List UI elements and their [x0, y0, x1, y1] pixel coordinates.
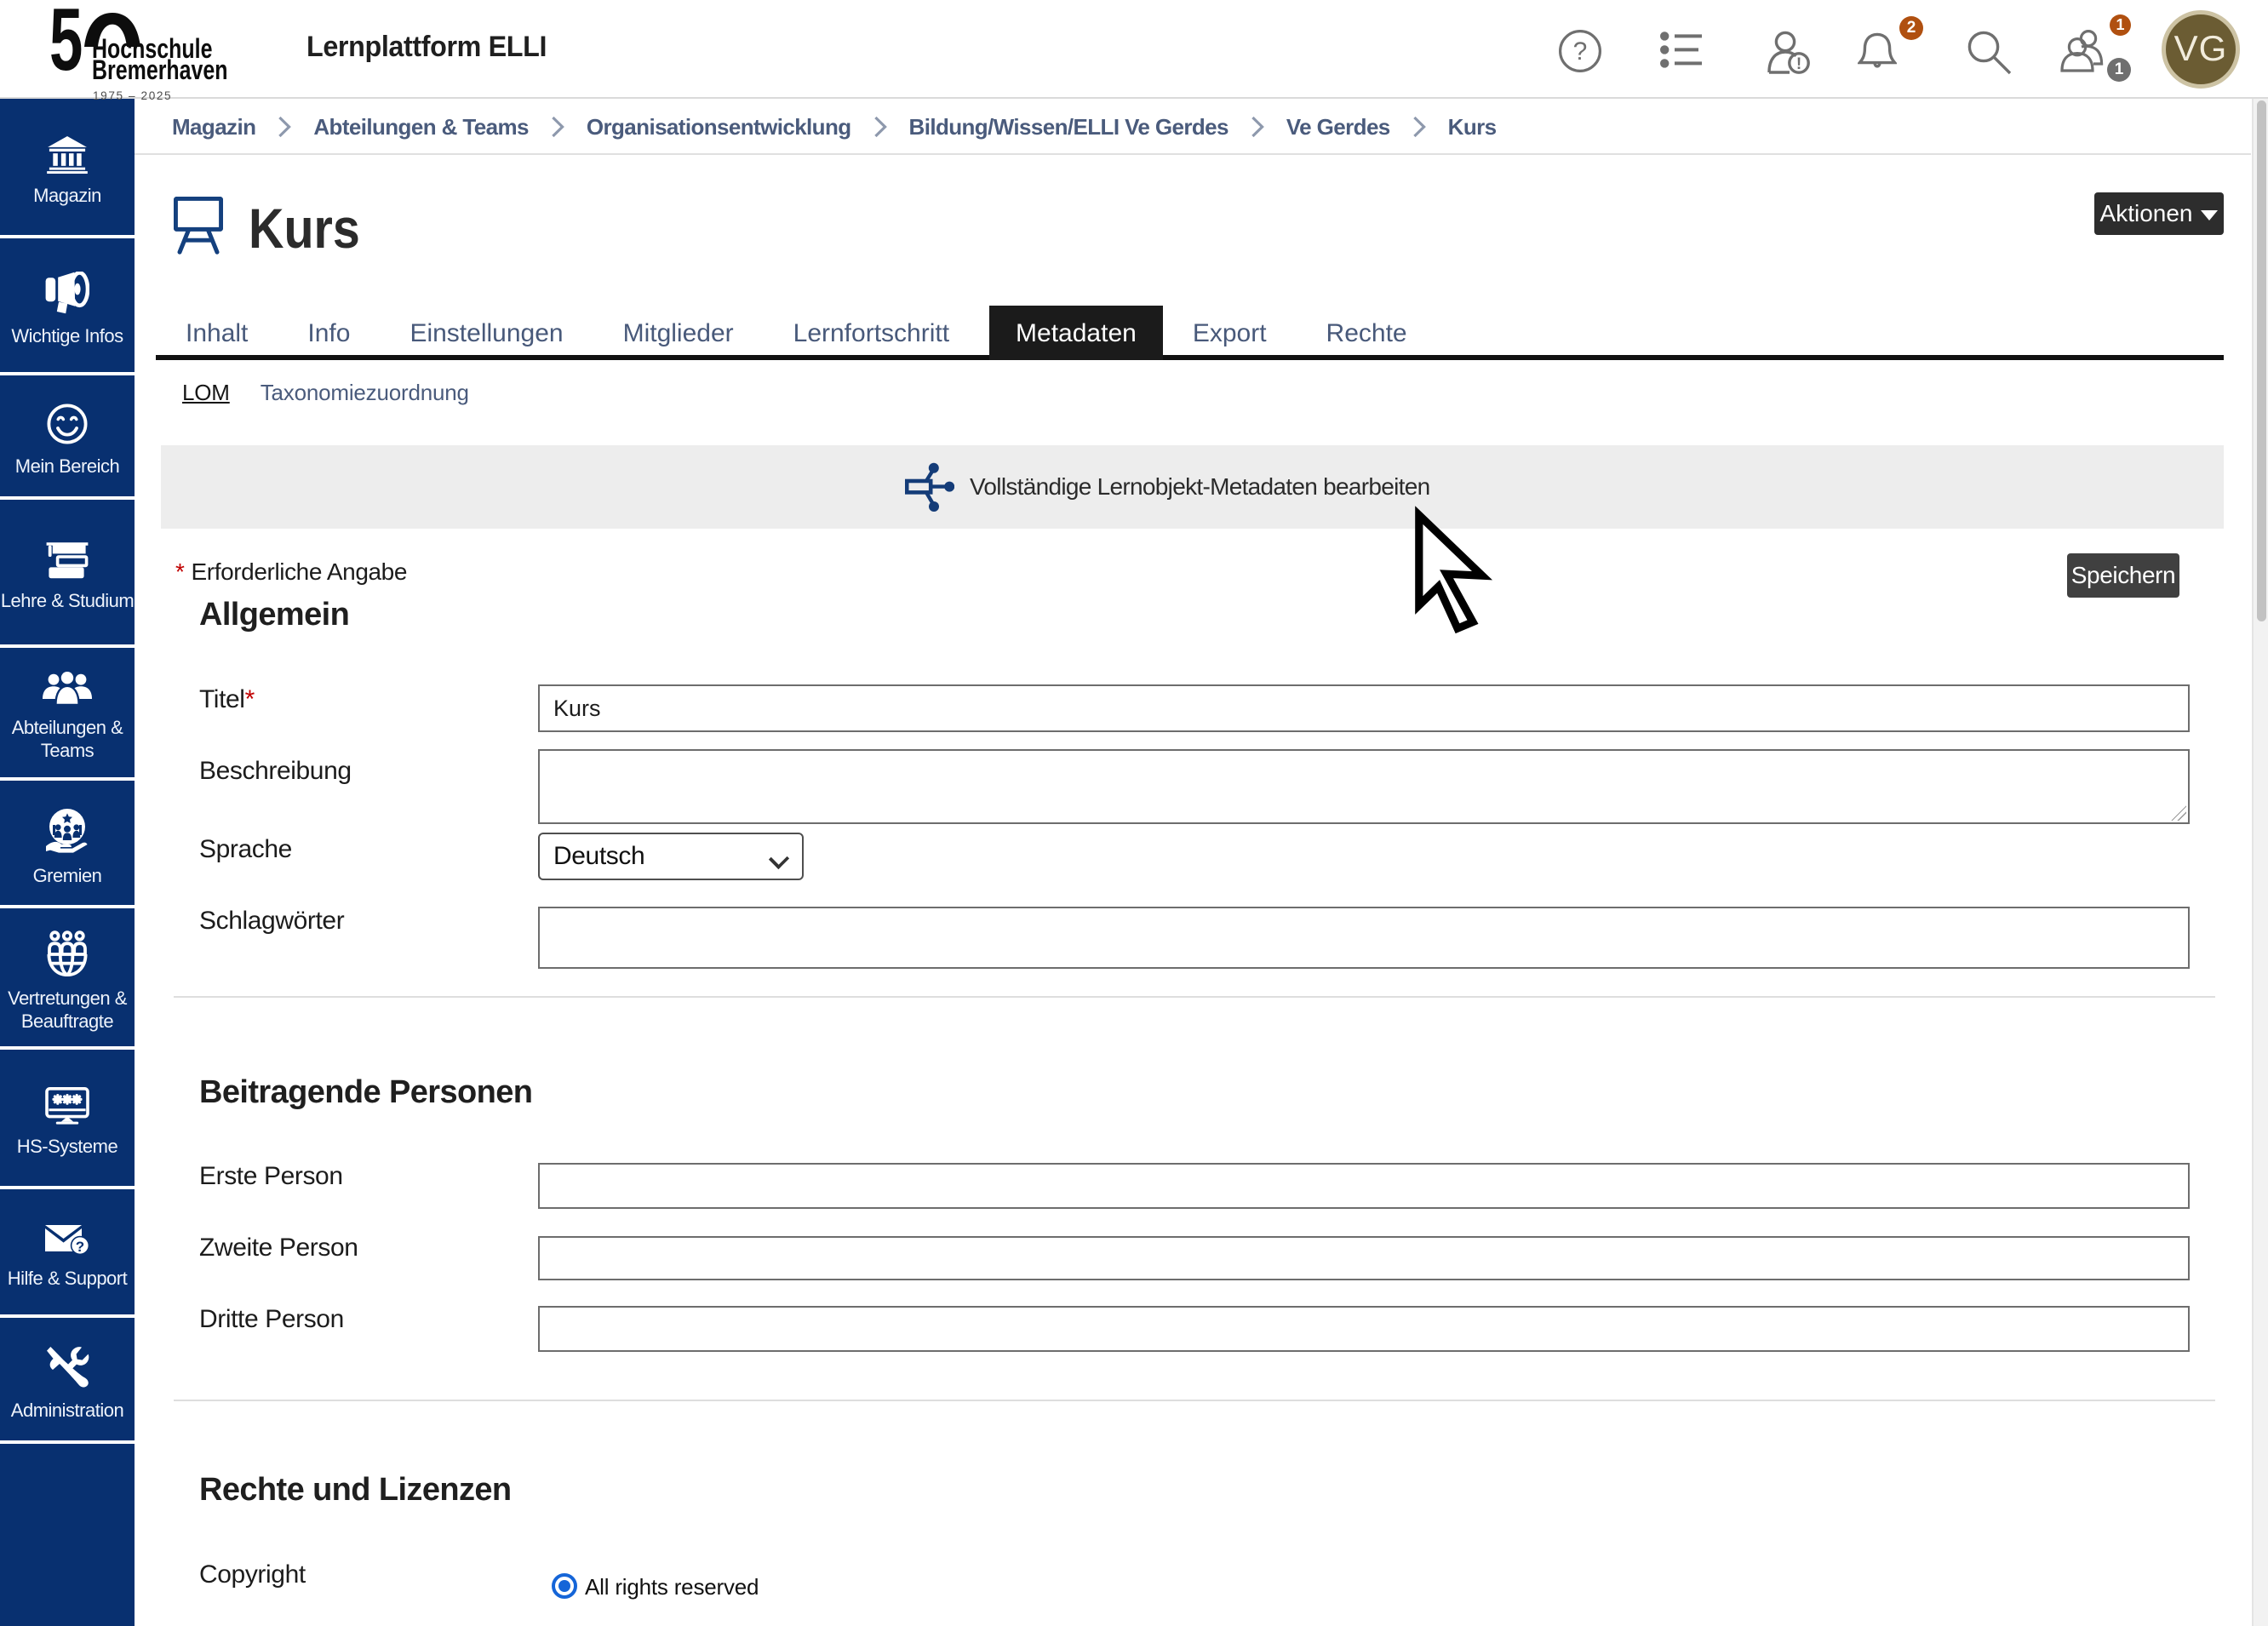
svg-text:?: ? — [1573, 37, 1588, 66]
svg-text:?: ? — [76, 1239, 84, 1255]
svg-text:!: ! — [1796, 55, 1801, 73]
